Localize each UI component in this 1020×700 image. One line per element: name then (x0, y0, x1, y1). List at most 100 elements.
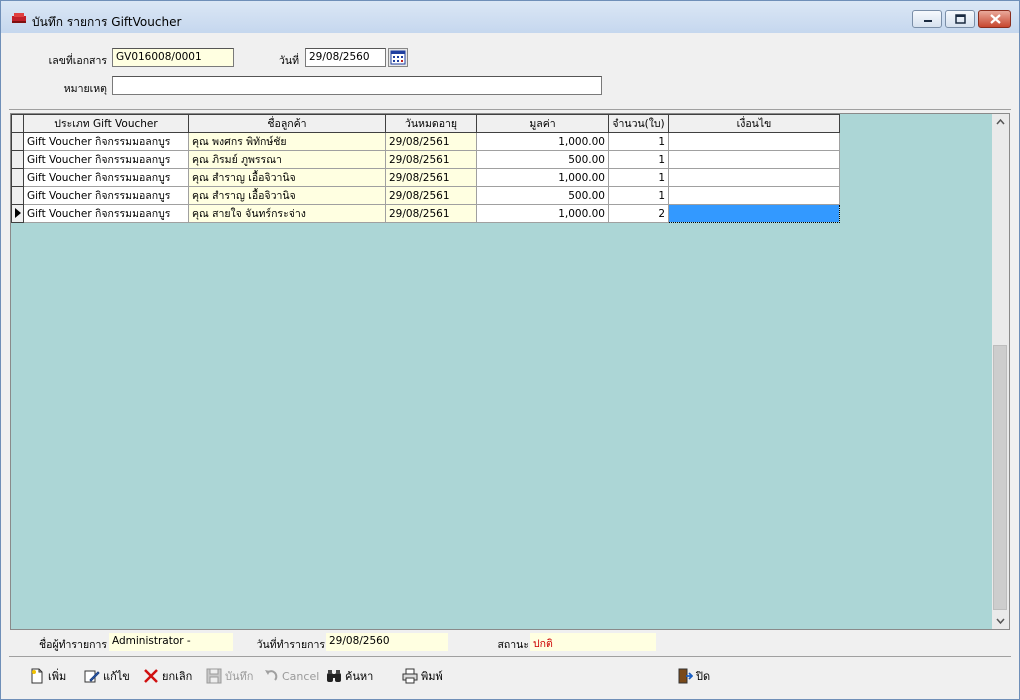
date-label: วันที่ (279, 55, 299, 67)
table-row-current[interactable]: Gift Voucher กิจกรรมมอลกบูร คุณ สายใจ จั… (11, 204, 840, 223)
action-toolbar: เพิ่ม แก้ไข ยกเลิก บันทึก Cancel ค้นหา พ… (9, 660, 1011, 690)
document-header-panel: เลขที่เอกสาร GV016008/0001 วันที่ 29/08/… (9, 33, 1011, 110)
minimize-icon (924, 20, 932, 22)
scroll-down-button[interactable] (992, 612, 1009, 629)
minimize-button[interactable] (912, 10, 942, 28)
col-header-condition[interactable]: เงื่อนไข (668, 114, 840, 133)
cell-expire-date[interactable]: 29/08/2561 (385, 132, 477, 151)
voucher-grid[interactable]: ประเภท Gift Voucher ชื่อลูกค้า วันหมดอาย… (10, 113, 1010, 630)
maximize-button[interactable] (945, 10, 975, 28)
exit-label: ปิด (696, 670, 711, 683)
cell-voucher-type[interactable]: Gift Voucher กิจกรรมมอลกบูร (23, 132, 189, 151)
grid-header-row: ประเภท Gift Voucher ชื่อลูกค้า วันหมดอาย… (11, 114, 840, 133)
cancel-document-button[interactable]: ยกเลิก (143, 666, 192, 686)
cell-customer[interactable]: คุณ สายใจ จันทร์กระจ่าง (188, 204, 386, 223)
cell-condition[interactable] (668, 132, 840, 151)
cell-voucher-type[interactable]: Gift Voucher กิจกรรมมอลกบูร (23, 204, 189, 223)
cell-customer[interactable]: คุณ พงศกร พิทักษ์ชัย (188, 132, 386, 151)
remark-label: หมายเหตุ (63, 83, 107, 95)
scroll-thumb[interactable] (993, 345, 1007, 610)
cell-value[interactable]: 1,000.00 (476, 204, 609, 223)
cell-quantity[interactable]: 1 (608, 150, 669, 169)
grid-corner-header (11, 114, 24, 133)
cell-condition[interactable] (668, 186, 840, 205)
calendar-button[interactable] (388, 48, 408, 67)
row-indicator[interactable] (11, 132, 24, 151)
txn-date-label: วันที่ทำรายการ (256, 639, 325, 651)
cell-voucher-type[interactable]: Gift Voucher กิจกรรมมอลกบูร (23, 168, 189, 187)
title-bar[interactable]: บันทึก รายการ GiftVoucher (1, 1, 1019, 33)
table-row[interactable]: Gift Voucher กิจกรรมมอลกบูร คุณ สำราญ เอ… (11, 186, 840, 205)
chevron-down-icon (996, 618, 1005, 625)
row-indicator[interactable] (11, 186, 24, 205)
cell-customer[interactable]: คุณ สำราญ เอื้อจิวานิจ (188, 186, 386, 205)
add-button[interactable]: เพิ่ม (29, 666, 66, 686)
scroll-up-button[interactable] (992, 114, 1009, 131)
col-header-customer[interactable]: ชื่อลูกค้า (188, 114, 386, 133)
cell-value[interactable]: 500.00 (476, 150, 609, 169)
cell-quantity[interactable]: 1 (608, 132, 669, 151)
edit-label: แก้ไข (103, 670, 130, 683)
cell-voucher-type[interactable]: Gift Voucher กิจกรรมมอลกบูร (23, 186, 189, 205)
txn-date-value: 29/08/2560 (326, 633, 448, 651)
col-header-value[interactable]: มูลค่า (476, 114, 609, 133)
user-value: Administrator - (109, 633, 233, 651)
close-icon (990, 14, 1001, 24)
cell-customer[interactable]: คุณ ภิรมย์ ภูพรรณา (188, 150, 386, 169)
maximize-icon (955, 14, 966, 24)
doc-no-field[interactable]: GV016008/0001 (112, 48, 234, 67)
voucher-table: ประเภท Gift Voucher ชื่อลูกค้า วันหมดอาย… (11, 114, 840, 223)
binoculars-icon (327, 670, 341, 682)
table-row[interactable]: Gift Voucher กิจกรรมมอลกบูร คุณ พงศกร พิ… (11, 132, 840, 151)
current-row-arrow-icon (15, 208, 21, 218)
user-label: ชื่อผู้ทำรายการ (39, 639, 107, 651)
row-indicator[interactable] (11, 168, 24, 187)
exit-button[interactable]: ปิด (677, 666, 710, 686)
table-row[interactable]: Gift Voucher กิจกรรมมอลกบูร คุณ สำราญ เอ… (11, 168, 840, 187)
cell-customer[interactable]: คุณ สำราญ เอื้อจิวานิจ (188, 168, 386, 187)
cancel-edit-label: Cancel (282, 669, 320, 683)
col-header-quantity[interactable]: จำนวน(ใบ) (608, 114, 669, 133)
row-indicator[interactable] (11, 150, 24, 169)
cell-expire-date[interactable]: 29/08/2561 (385, 204, 477, 223)
cell-condition[interactable] (668, 150, 840, 169)
edit-icon (84, 670, 100, 683)
table-row[interactable]: Gift Voucher กิจกรรมมอลกบูร คุณ ภิรมย์ ภ… (11, 150, 840, 169)
exit-door-icon (678, 668, 693, 684)
save-icon (206, 668, 222, 684)
search-label: ค้นหา (345, 670, 374, 683)
cell-value[interactable]: 1,000.00 (476, 132, 609, 151)
date-field[interactable]: 29/08/2560 (305, 48, 386, 67)
printer-icon (402, 668, 418, 684)
add-label: เพิ่ม (48, 670, 67, 683)
col-header-expire-date[interactable]: วันหมดอายุ (385, 114, 477, 133)
cell-voucher-type[interactable]: Gift Voucher กิจกรรมมอลกบูร (23, 150, 189, 169)
cell-value[interactable]: 1,000.00 (476, 168, 609, 187)
save-label: บันทึก (225, 670, 254, 683)
save-button[interactable]: บันทึก (206, 666, 253, 686)
cell-expire-date[interactable]: 29/08/2561 (385, 186, 477, 205)
cell-value[interactable]: 500.00 (476, 186, 609, 205)
cell-condition[interactable] (668, 168, 840, 187)
doc-no-label: เลขที่เอกสาร (48, 55, 107, 67)
cell-condition-selected[interactable] (668, 204, 840, 223)
cell-quantity[interactable]: 2 (608, 204, 669, 223)
window-title: บันทึก รายการ GiftVoucher (32, 15, 182, 29)
new-doc-icon (31, 668, 43, 684)
remark-field[interactable] (112, 76, 602, 95)
cell-expire-date[interactable]: 29/08/2561 (385, 150, 477, 169)
row-indicator-current[interactable] (11, 204, 24, 223)
cell-quantity[interactable]: 1 (608, 168, 669, 187)
cell-quantity[interactable]: 1 (608, 186, 669, 205)
status-footer: ชื่อผู้ทำรายการ Administrator - วันที่ทำ… (9, 630, 1011, 657)
client-area: เลขที่เอกสาร GV016008/0001 วันที่ 29/08/… (9, 33, 1011, 693)
col-header-voucher-type[interactable]: ประเภท Gift Voucher (23, 114, 189, 133)
status-label: สถานะ (497, 639, 529, 651)
cancel-edit-button[interactable]: Cancel (263, 666, 319, 686)
close-window-button[interactable] (978, 10, 1011, 28)
vertical-scrollbar[interactable] (992, 114, 1009, 629)
edit-button[interactable]: แก้ไข (84, 666, 130, 686)
search-button[interactable]: ค้นหา (326, 666, 373, 686)
print-button[interactable]: พิมพ์ (402, 666, 443, 686)
cell-expire-date[interactable]: 29/08/2561 (385, 168, 477, 187)
